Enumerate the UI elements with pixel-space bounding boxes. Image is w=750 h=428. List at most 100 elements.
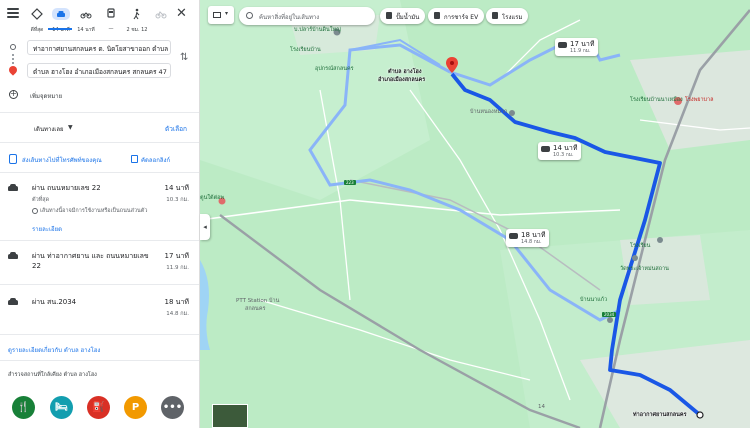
more-details-link[interactable]: ดูรายละเอียดเกี่ยวกับ ตำบล ฮางโฮง bbox=[8, 345, 100, 355]
map-label-place: บ้านนาแก้ว bbox=[580, 297, 608, 303]
active-mode-indicator bbox=[48, 28, 72, 30]
route-dots-icon bbox=[12, 54, 14, 64]
route-distance: 10.3 กม. bbox=[166, 197, 189, 203]
car-icon bbox=[541, 146, 550, 152]
more-button[interactable]: ••• bbox=[161, 396, 184, 419]
hotel-icon bbox=[492, 12, 498, 19]
gas-icon bbox=[386, 12, 392, 19]
divider bbox=[0, 172, 199, 173]
chip-label: ปั๊มน้ำมัน bbox=[396, 14, 420, 21]
mode-walking[interactable]: 2 ชม. 12 bbox=[126, 5, 148, 34]
leave-now-dropdown[interactable]: เดินทางเลย bbox=[34, 124, 64, 134]
chip-gas[interactable]: ปั๊มน้ำมัน bbox=[380, 8, 426, 24]
route-warning: เส้นทางนี้อาจมีการใช้งานหรือเป็นถนนส่วนต… bbox=[32, 207, 147, 215]
layer-thumbnail[interactable] bbox=[212, 404, 248, 428]
divider bbox=[0, 112, 199, 113]
route-title: ผ่าน ท่าอากาศยาน และ ถนนหมายเลข bbox=[32, 252, 149, 260]
warning-icon bbox=[32, 207, 38, 214]
phone-icon bbox=[9, 154, 17, 164]
more-icon: ••• bbox=[162, 402, 183, 413]
hotel-icon: 🛏 bbox=[55, 402, 68, 413]
map-label-hospital: โรงพยาบาล bbox=[685, 97, 714, 103]
search-icon bbox=[246, 12, 253, 19]
route-callout-alt1[interactable]: 17 นาที 11.9 กม. bbox=[555, 38, 599, 56]
map-label-place: โรงเรียนบ้านนาเหมือง bbox=[630, 97, 683, 103]
add-destination[interactable]: เพิ่มจุดหมาย bbox=[30, 91, 62, 101]
callout-distance: 11.9 กม. bbox=[570, 48, 591, 54]
gas-station-icon: ⛽ bbox=[92, 402, 105, 413]
route-details-link[interactable]: รายละเอียด bbox=[32, 224, 62, 234]
mode-motorcycle[interactable]: 14 นาที bbox=[75, 5, 97, 34]
destination-pin-icon bbox=[7, 64, 19, 76]
map-canvas[interactable]: ตำบล ฮางโฮง อำเภอเมืองสกลนคร ท่าอากาศยาน… bbox=[200, 0, 750, 428]
callout-distance: 10.3 กม. bbox=[553, 152, 574, 158]
layers-button[interactable]: ▾ bbox=[208, 6, 234, 24]
car-icon bbox=[509, 233, 518, 239]
explore-nearby-label: สำรวจสถานที่ใกล้เคียง ตำบล ฮางโฮง bbox=[8, 372, 97, 378]
parking-button[interactable]: P bbox=[124, 396, 147, 419]
send-to-phone-link[interactable]: ส่งเส้นทางไปที่โทรศัพท์ของคุณ bbox=[22, 155, 102, 165]
mode-transit[interactable]: — bbox=[100, 5, 122, 32]
callout-time: 17 นาที bbox=[570, 40, 595, 48]
search-placeholder: ค้นหาสิ่งที่อยู่ในเส้นทาง bbox=[259, 14, 320, 21]
mode-bicycle[interactable] bbox=[150, 5, 172, 26]
divider bbox=[0, 360, 199, 361]
car-icon bbox=[52, 8, 70, 20]
collapse-panel-button[interactable]: ◂ bbox=[200, 214, 210, 240]
chip-label: โรงแรม bbox=[502, 14, 523, 21]
route-title: ผ่าน สน.2034 bbox=[32, 298, 77, 306]
map-label-place: โรงเรียน bbox=[630, 243, 651, 249]
chip-ev[interactable]: การชาร์จ EV bbox=[428, 8, 485, 24]
transit-icon bbox=[107, 8, 115, 18]
hotel-button[interactable]: 🛏 bbox=[50, 396, 73, 419]
map-label-origin[interactable]: ท่าอากาศยานสกลนคร bbox=[633, 411, 687, 419]
mode-best[interactable]: ดีที่สุด bbox=[26, 5, 48, 34]
route-distance: 14.8 กม. bbox=[166, 311, 189, 317]
gas-station-button[interactable]: ⛽ bbox=[87, 396, 110, 419]
car-icon bbox=[8, 184, 18, 192]
car-icon bbox=[8, 298, 18, 306]
route-title-line2: 22 bbox=[32, 262, 41, 270]
route-callout-main[interactable]: 14 นาที 10.3 กม. bbox=[538, 142, 582, 160]
car-icon bbox=[558, 42, 567, 48]
route-distance: 11.9 กม. bbox=[166, 265, 189, 271]
destination-field[interactable]: ตำบล ฮางโฮง อำเภอเมืองสกลนคร สกลนคร 47 bbox=[27, 63, 171, 78]
route-title: ผ่าน ถนนหมายเลข 22 bbox=[32, 184, 101, 192]
walking-icon bbox=[133, 8, 140, 20]
chip-hotel[interactable]: โรงแรม bbox=[486, 8, 529, 24]
copy-link-button[interactable]: คัดลอกลิงก์ bbox=[141, 155, 170, 165]
map-label-destination[interactable]: ตำบล ฮางโฮง bbox=[388, 68, 422, 76]
map-label-place: โรงเรียนบ้าน bbox=[290, 47, 321, 53]
options-button[interactable]: ตัวเลือก bbox=[165, 124, 187, 134]
map-label-place: ตูนใต้ต่อพ bbox=[200, 195, 225, 201]
search-along-route[interactable]: ค้นหาสิ่งที่อยู่ในเส้นทาง bbox=[239, 7, 375, 25]
route-callout-alt2[interactable]: 18 นาที 14.8 กม. bbox=[506, 229, 550, 247]
best-route-icon bbox=[31, 8, 43, 20]
close-icon[interactable]: ✕ bbox=[176, 7, 187, 20]
chip-label: การชาร์จ EV bbox=[444, 14, 479, 21]
map-label-place: อุปกรณ์สกลนคร bbox=[315, 66, 354, 72]
menu-icon[interactable] bbox=[7, 8, 19, 18]
callout-time: 14 นาที bbox=[553, 144, 578, 152]
chevron-down-icon[interactable]: ▼ bbox=[68, 124, 73, 131]
warning-text: เส้นทางนี้อาจมีการใช้งานหรือเป็นถนนส่วนต… bbox=[40, 208, 148, 214]
map-label-ptt-sub: สกลนคร bbox=[245, 306, 266, 312]
parking-icon: P bbox=[131, 402, 140, 413]
callout-distance: 14.8 กม. bbox=[521, 239, 542, 245]
origin-dot-icon bbox=[10, 44, 16, 50]
swap-icon[interactable]: ⇅ bbox=[180, 52, 188, 63]
mode-label: 2 ชม. 12 bbox=[126, 27, 148, 33]
map-label-destination-sub: อำเภอเมืองสกลนคร bbox=[378, 77, 426, 83]
road-shield: 223 bbox=[344, 180, 356, 185]
restaurant-button[interactable]: 🍴 bbox=[12, 396, 35, 419]
add-icon[interactable]: + bbox=[9, 90, 18, 99]
ev-icon bbox=[434, 12, 440, 19]
map-label-ptt: PTT Station บ้าน bbox=[236, 298, 280, 304]
map-label-place: บ้านหนองหมาก bbox=[470, 109, 508, 115]
route-time: 14 นาที bbox=[164, 184, 189, 192]
app-root: ตำบล ฮางโฮง อำเภอเมืองสกลนคร ท่าอากาศยาน… bbox=[0, 0, 750, 428]
callout-time: 18 นาที bbox=[521, 231, 546, 239]
restaurant-icon: 🍴 bbox=[17, 402, 30, 413]
origin-field[interactable]: ท่าอากาศยานสกลนคร ต. นิตโยสาขาออก ตำบล bbox=[27, 40, 171, 55]
motorcycle-icon bbox=[80, 12, 92, 19]
